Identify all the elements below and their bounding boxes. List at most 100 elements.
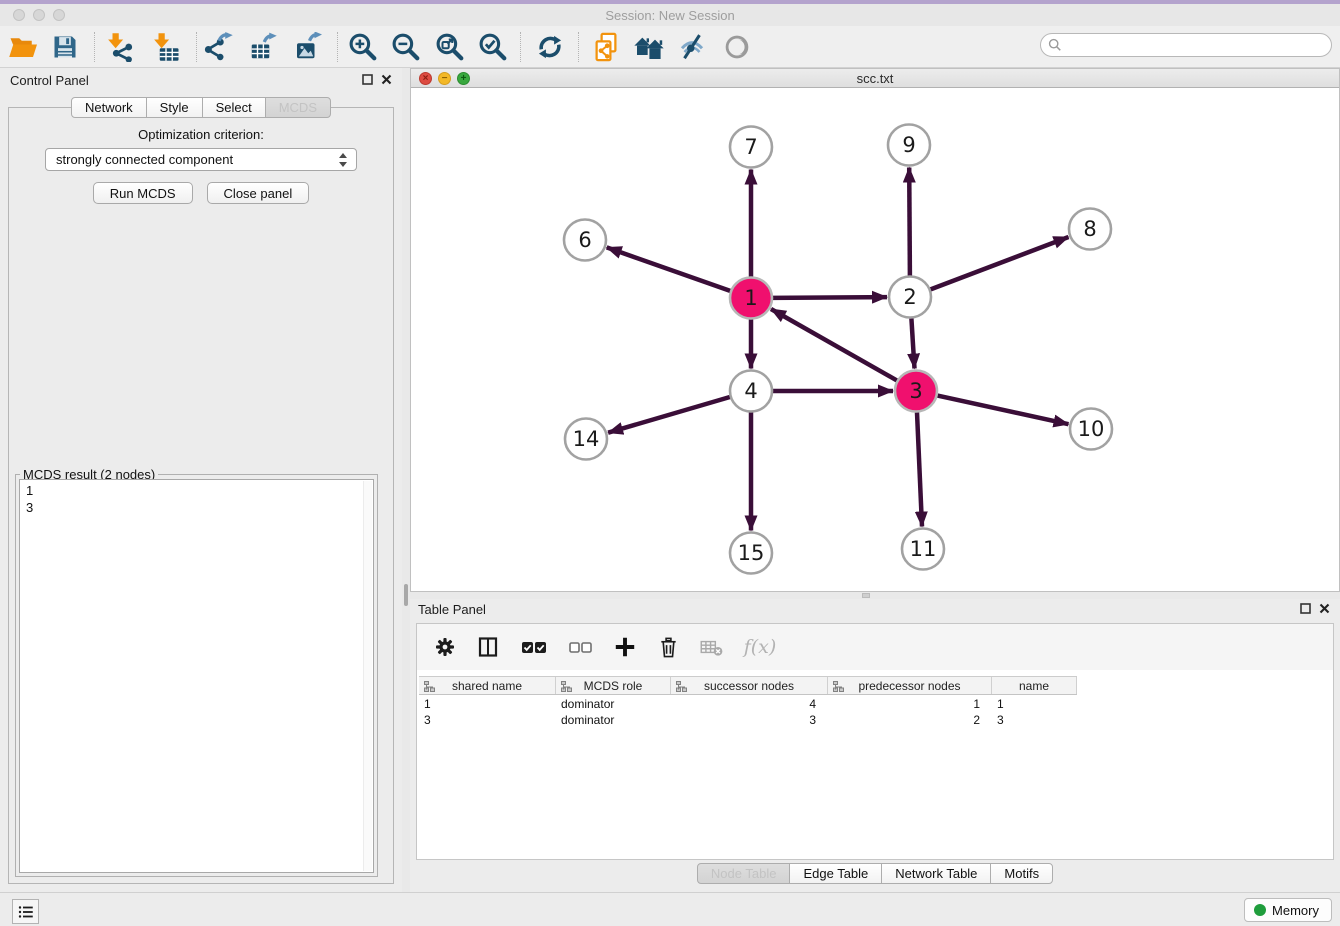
hide-panels-button[interactable] <box>675 30 709 64</box>
toggle-panel-button[interactable] <box>474 632 502 662</box>
close-panel-icon[interactable] <box>381 74 392 85</box>
memory-button[interactable]: Memory <box>1244 898 1332 922</box>
table-header-row: shared name MCDS role successor nodes prede… <box>419 676 1077 695</box>
float-panel-icon[interactable] <box>362 74 373 85</box>
plus-icon <box>612 634 638 660</box>
graph-node-3[interactable]: 3 <box>895 371 937 412</box>
search-input[interactable] <box>1066 38 1331 53</box>
search-field[interactable] <box>1040 33 1332 57</box>
unchecked-boxes-icon <box>568 635 594 659</box>
float-panel-icon[interactable] <box>1300 603 1311 614</box>
open-session-button[interactable] <box>6 30 40 64</box>
column-header-predecessor-nodes[interactable]: predecessor nodes <box>828 677 992 694</box>
delete-column-button[interactable] <box>654 632 682 662</box>
graph-node-8[interactable]: 8 <box>1069 209 1111 250</box>
close-panel-icon[interactable] <box>1319 603 1330 614</box>
table-cell: 4 <box>671 696 828 712</box>
graph-edge-2-3[interactable] <box>911 319 914 369</box>
tab-node-table[interactable]: Node Table <box>697 863 791 884</box>
memory-label: Memory <box>1272 903 1319 918</box>
criterion-select[interactable]: strongly connected component <box>45 148 357 171</box>
graph-node-9[interactable]: 9 <box>888 125 930 166</box>
graph-node-15[interactable]: 15 <box>730 533 772 574</box>
graph-node-14[interactable]: 14 <box>565 419 607 460</box>
toolbar-separator <box>578 32 579 62</box>
tab-style[interactable]: Style <box>146 97 203 118</box>
clone-network-button[interactable] <box>589 30 623 64</box>
graph-node-label: 4 <box>744 379 757 403</box>
save-session-button[interactable] <box>48 30 82 64</box>
function-builder-button[interactable]: f(x) <box>740 632 780 662</box>
task-history-button[interactable] <box>12 899 39 924</box>
graph-edge-3-1[interactable] <box>771 309 897 380</box>
table-row[interactable]: 3dominator323 <box>419 712 1077 728</box>
export-image-button[interactable] <box>290 30 324 64</box>
column-header-name[interactable]: name <box>992 677 1077 694</box>
export-network-icon <box>204 32 234 62</box>
export-table-button[interactable] <box>246 30 280 64</box>
toolbar-separator <box>337 32 338 62</box>
zoom-in-button[interactable] <box>346 30 380 64</box>
home-button[interactable] <box>632 30 666 64</box>
import-network-button[interactable] <box>103 30 137 64</box>
graph-edge-1-2[interactable] <box>773 297 887 298</box>
graph-node-6[interactable]: 6 <box>564 220 606 261</box>
column-header-successor-nodes[interactable]: successor nodes <box>671 677 828 694</box>
import-table-button[interactable] <box>149 30 183 64</box>
column-header-label: shared name <box>452 679 522 693</box>
column-header-MCDS-role[interactable]: MCDS role <box>556 677 671 694</box>
deselect-all-columns-button[interactable] <box>566 632 596 662</box>
table-settings-button[interactable] <box>431 632 459 662</box>
select-all-columns-button[interactable] <box>517 632 551 662</box>
run-mcds-button[interactable]: Run MCDS <box>93 182 193 204</box>
zoom-selected-icon <box>478 32 508 62</box>
export-network-button[interactable] <box>202 30 236 64</box>
table-row[interactable]: 1dominator411 <box>419 696 1077 712</box>
tab-motifs[interactable]: Motifs <box>990 863 1053 884</box>
zoom-out-icon <box>391 32 421 62</box>
graph-node-2[interactable]: 2 <box>889 277 931 318</box>
graph-edge-2-9[interactable] <box>909 168 910 276</box>
zoom-out-button[interactable] <box>389 30 423 64</box>
tab-network-table[interactable]: Network Table <box>881 863 991 884</box>
zoom-selected-button[interactable] <box>476 30 510 64</box>
zoom-in-icon <box>348 32 378 62</box>
graph-node-4[interactable]: 4 <box>730 371 772 412</box>
zoom-fit-button[interactable] <box>433 30 467 64</box>
criterion-selected-value: strongly connected component <box>56 152 233 167</box>
graph-node-7[interactable]: 7 <box>730 127 772 168</box>
vertical-splitter[interactable] <box>402 68 410 892</box>
network-graph[interactable]: 7 9 6 8 1 2 4 3 14 10 15 11 <box>411 88 1339 591</box>
close-panel-button[interactable]: Close panel <box>207 182 310 204</box>
export-image-icon <box>292 32 322 62</box>
network-canvas[interactable]: 7 9 6 8 1 2 4 3 14 10 15 11 <box>411 88 1339 591</box>
split-columns-icon <box>476 635 500 659</box>
splitter-handle[interactable] <box>862 593 870 598</box>
mcds-result-list[interactable]: 13 <box>19 479 374 873</box>
show-eye-button[interactable] <box>720 30 754 64</box>
column-header-shared-name[interactable]: shared name <box>419 677 556 694</box>
tab-mcds[interactable]: MCDS <box>265 97 331 118</box>
horizontal-splitter[interactable] <box>410 592 1340 599</box>
graph-edge-2-8[interactable] <box>931 237 1069 289</box>
graph-edge-4-14[interactable] <box>608 397 730 433</box>
add-column-button[interactable] <box>611 632 639 662</box>
delete-table-button[interactable] <box>697 632 725 662</box>
select-stepper-icon <box>337 152 349 168</box>
refresh-view-button[interactable] <box>533 30 567 64</box>
import-network-icon <box>105 32 135 62</box>
tab-select[interactable]: Select <box>202 97 266 118</box>
column-header-label: successor nodes <box>704 679 794 693</box>
graph-node-11[interactable]: 11 <box>902 529 944 570</box>
graph-edge-1-6[interactable] <box>607 247 731 291</box>
result-scrollbar[interactable] <box>363 481 372 871</box>
graph-edge-3-10[interactable] <box>938 396 1069 425</box>
graph-node-10[interactable]: 10 <box>1070 409 1112 450</box>
tab-network[interactable]: Network <box>71 97 147 118</box>
table-cell: dominator <box>556 712 671 728</box>
splitter-handle[interactable] <box>404 584 408 606</box>
graph-edge-3-11[interactable] <box>917 413 922 527</box>
graph-node-label: 3 <box>909 379 922 403</box>
graph-node-1[interactable]: 1 <box>730 278 772 319</box>
tab-edge-table[interactable]: Edge Table <box>789 863 882 884</box>
